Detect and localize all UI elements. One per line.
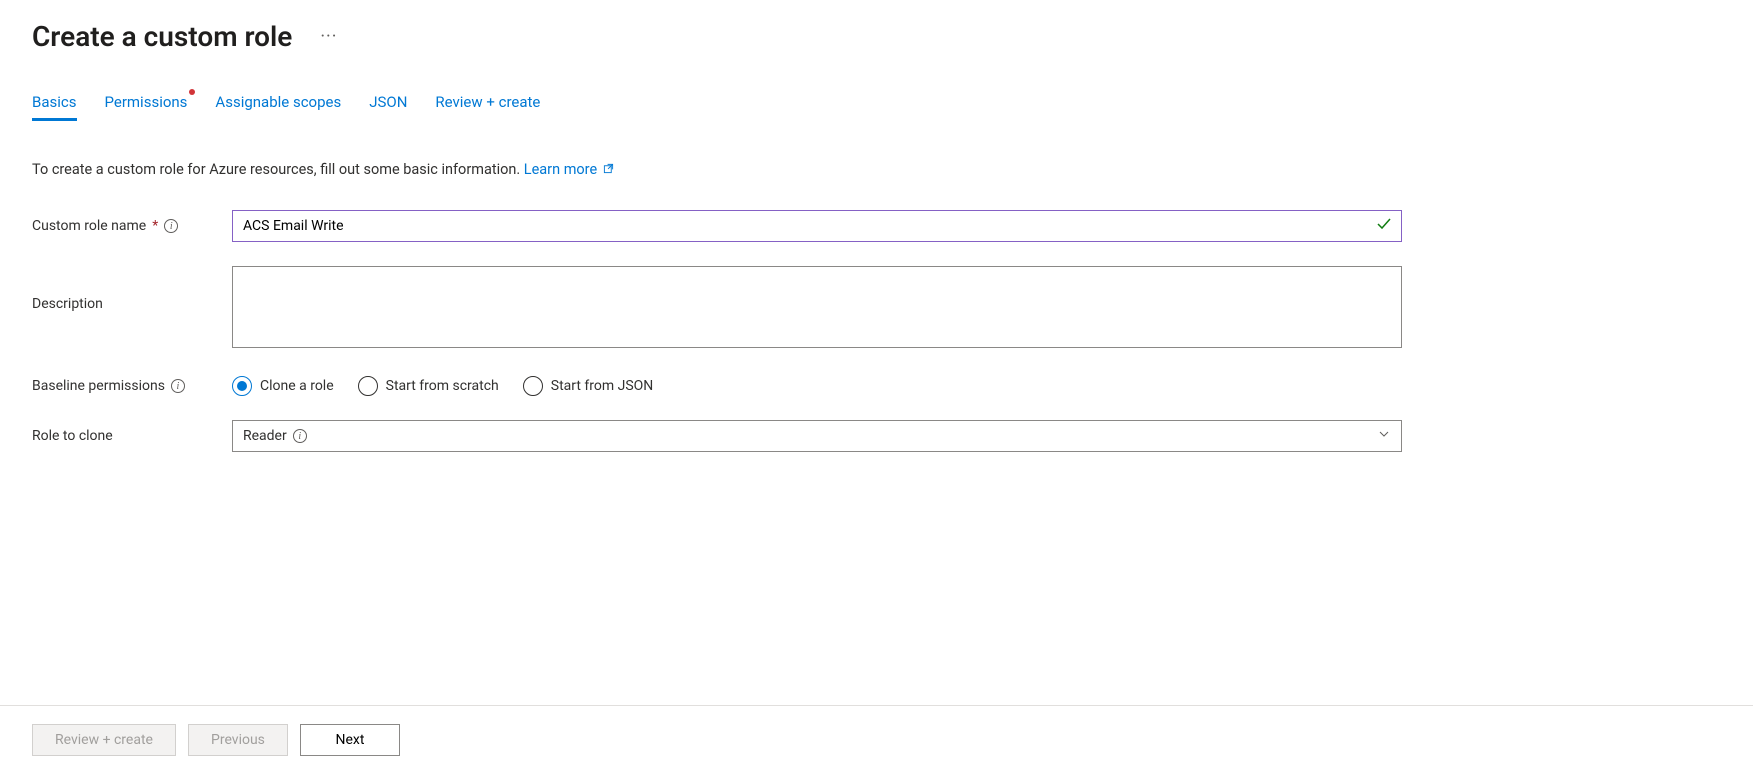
page-header: Create a custom role ··· xyxy=(32,0,1721,93)
previous-button[interactable]: Previous xyxy=(188,724,288,756)
more-icon[interactable]: ··· xyxy=(320,26,337,47)
baseline-radio-group: Clone a role Start from scratch Start fr… xyxy=(232,376,653,396)
radio-label: Start from JSON xyxy=(551,378,654,394)
tabs-bar: Basics Permissions Assignable scopes JSO… xyxy=(32,93,1721,121)
row-role-to-clone: Role to clone Reader i xyxy=(32,420,1721,452)
role-name-field-wrapper xyxy=(232,210,1402,242)
tab-label: JSON xyxy=(369,93,407,111)
tab-dot-indicator xyxy=(189,89,195,95)
info-icon[interactable]: i xyxy=(164,219,178,233)
radio-circle xyxy=(358,376,378,396)
tab-basics[interactable]: Basics xyxy=(32,93,77,121)
label-role-to-clone: Role to clone xyxy=(32,428,232,444)
description-input[interactable] xyxy=(232,266,1402,348)
row-role-name: Custom role name * i xyxy=(32,210,1721,242)
row-baseline-permissions: Baseline permissions i Clone a role Star… xyxy=(32,376,1721,396)
description-field-wrapper xyxy=(232,266,1402,352)
radio-clone-a-role[interactable]: Clone a role xyxy=(232,376,334,396)
radio-label: Start from scratch xyxy=(386,378,499,394)
tab-label: Assignable scopes xyxy=(215,93,341,111)
required-asterisk: * xyxy=(152,218,158,234)
role-name-input[interactable] xyxy=(232,210,1402,242)
footer-bar: Review + create Previous Next xyxy=(0,705,1753,774)
review-create-button[interactable]: Review + create xyxy=(32,724,176,756)
tab-assignable-scopes[interactable]: Assignable scopes xyxy=(215,93,341,121)
tab-json[interactable]: JSON xyxy=(369,93,407,121)
external-link-icon xyxy=(603,163,614,177)
info-icon[interactable]: i xyxy=(293,429,307,443)
page-title: Create a custom role xyxy=(32,20,292,53)
label-role-name: Custom role name * i xyxy=(32,218,232,234)
label-text: Custom role name xyxy=(32,218,146,234)
tab-review-create[interactable]: Review + create xyxy=(435,93,540,121)
row-description: Description xyxy=(32,266,1721,352)
radio-dot xyxy=(237,381,247,391)
learn-more-link[interactable]: Learn more xyxy=(524,161,614,178)
tab-permissions[interactable]: Permissions xyxy=(105,93,188,121)
radio-start-from-scratch[interactable]: Start from scratch xyxy=(358,376,499,396)
learn-more-label: Learn more xyxy=(524,161,597,178)
tab-label: Basics xyxy=(32,93,77,111)
tab-label: Review + create xyxy=(435,93,540,111)
radio-start-from-json[interactable]: Start from JSON xyxy=(523,376,654,396)
tab-label: Permissions xyxy=(105,93,188,111)
role-to-clone-select-wrapper: Reader i xyxy=(232,420,1402,452)
label-text: Baseline permissions xyxy=(32,378,165,394)
radio-label: Clone a role xyxy=(260,378,334,394)
radio-circle xyxy=(523,376,543,396)
role-to-clone-select[interactable]: Reader i xyxy=(232,420,1402,452)
label-text: Role to clone xyxy=(32,428,113,444)
label-description: Description xyxy=(32,266,232,312)
label-text: Description xyxy=(32,296,103,312)
info-icon[interactable]: i xyxy=(171,379,185,393)
intro-text-content: To create a custom role for Azure resour… xyxy=(32,161,524,178)
label-baseline-permissions: Baseline permissions i xyxy=(32,378,232,394)
radio-circle xyxy=(232,376,252,396)
intro-text: To create a custom role for Azure resour… xyxy=(32,161,1721,178)
next-button[interactable]: Next xyxy=(300,724,400,756)
select-value: Reader xyxy=(243,428,287,444)
